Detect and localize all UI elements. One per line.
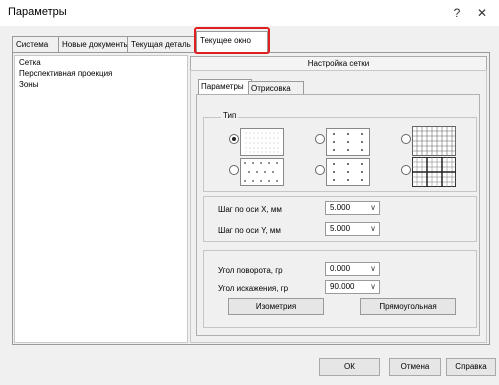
line-grid-bold-icon (412, 157, 456, 187)
isometry-button[interactable]: Изометрия (228, 298, 324, 315)
rotation-combo[interactable]: 0.000 ∨ (325, 262, 380, 276)
step-y-value: 5.000 (330, 224, 351, 233)
close-icon[interactable]: ✕ (472, 3, 492, 23)
rectangular-button[interactable]: Прямоугольная (360, 298, 456, 315)
dot-grid-icon (240, 128, 284, 156)
distortion-combo[interactable]: 90.000 ∨ (325, 280, 380, 294)
step-x-combo[interactable]: 5.000 ∨ (325, 201, 380, 215)
dot-grid-coarse-icon (326, 128, 370, 156)
help-icon[interactable]: ? (447, 3, 467, 23)
distortion-label: Угол искажения, гр (218, 284, 289, 293)
window-title: Параметры (8, 6, 67, 18)
line-grid-icon (412, 126, 456, 156)
step-y-label: Шаг по оси Y, мм (218, 226, 281, 235)
type-radio-4[interactable] (229, 165, 239, 175)
tab-parameters[interactable]: Параметры (198, 79, 252, 95)
step-x-value: 5.000 (330, 203, 351, 212)
tab-current-part[interactable]: Текущая деталь (127, 36, 200, 52)
type-radio-1[interactable] (229, 134, 239, 144)
tree-item-zones[interactable]: Зоны (19, 80, 38, 89)
step-x-label: Шаг по оси X, мм (218, 205, 282, 214)
dot-grid-wide-icon (326, 158, 370, 186)
help-button[interactable]: Справка (446, 358, 496, 376)
chevron-down-icon: ∨ (370, 264, 376, 273)
chevron-down-icon: ∨ (370, 203, 376, 212)
ok-button[interactable]: ОК (319, 358, 380, 376)
type-radio-3[interactable] (401, 134, 411, 144)
rotation-label: Угол поворота, гр (218, 266, 283, 275)
type-radio-5[interactable] (315, 165, 325, 175)
chevron-down-icon: ∨ (370, 224, 376, 233)
highlight-box (194, 27, 270, 54)
type-radio-6[interactable] (401, 165, 411, 175)
type-group-label: Тип (221, 111, 239, 120)
dot-grid-sparse-icon (240, 158, 284, 186)
title-bar (0, 0, 499, 26)
tab-new-documents[interactable]: Новые документы (58, 36, 134, 52)
tab-rendering[interactable]: Отрисовка (248, 81, 304, 95)
chevron-down-icon: ∨ (370, 282, 376, 291)
cancel-button[interactable]: Отмена (389, 358, 441, 376)
rotation-value: 0.000 (330, 264, 351, 273)
tree-item-grid[interactable]: Сетка (19, 58, 41, 67)
section-title: Настройка сетки (190, 56, 487, 71)
tree-item-perspective[interactable]: Перспективная проекция (19, 69, 112, 78)
step-y-combo[interactable]: 5.000 ∨ (325, 222, 380, 236)
settings-tree: Сетка Перспективная проекция Зоны (14, 55, 188, 343)
type-radio-2[interactable] (315, 134, 325, 144)
distortion-value: 90.000 (330, 282, 355, 291)
